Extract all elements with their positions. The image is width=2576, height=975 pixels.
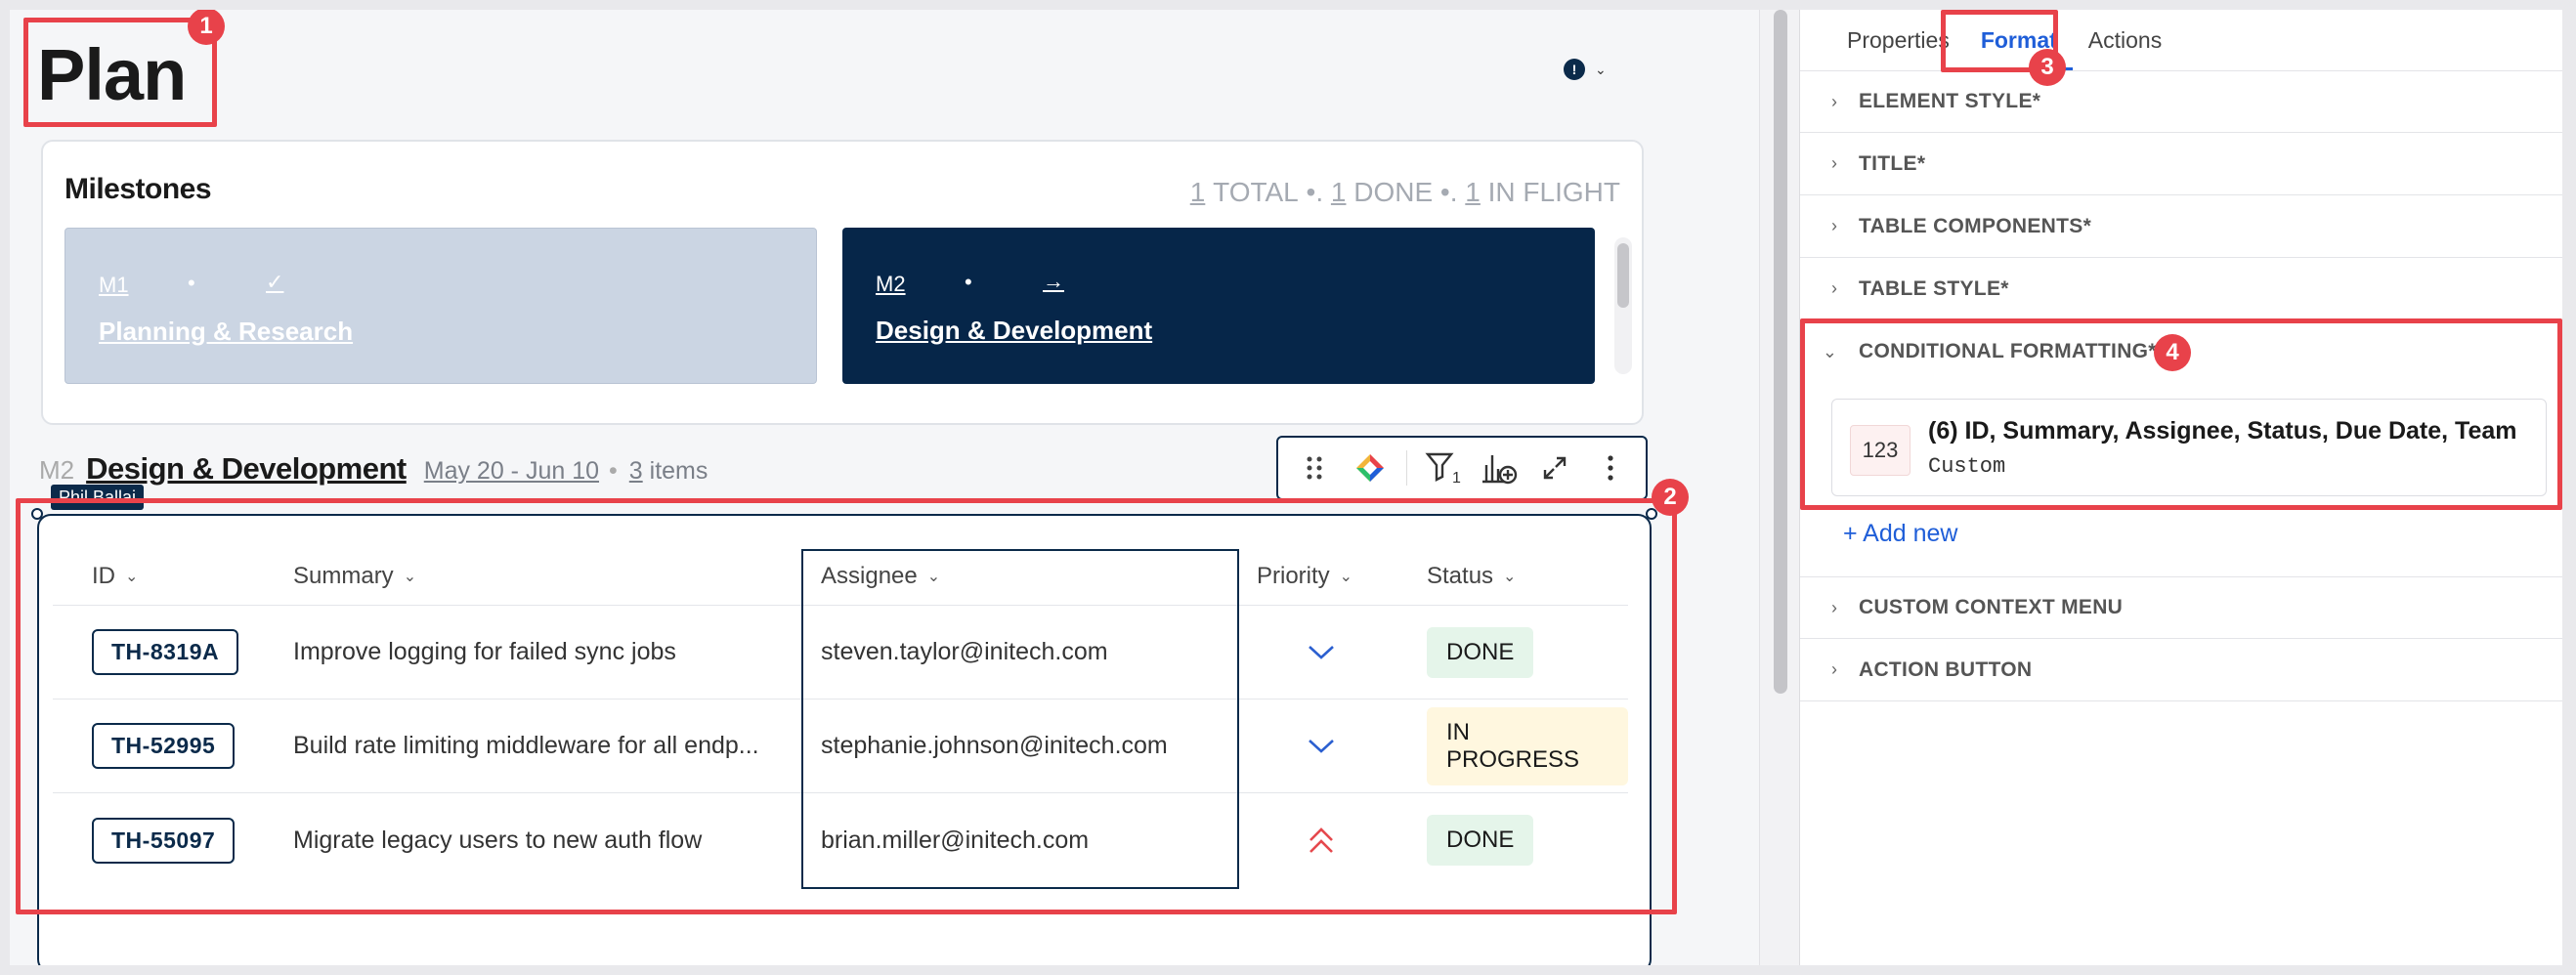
element-toolbar: 1 [1276, 436, 1648, 500]
milestones-title: Milestones [64, 173, 212, 205]
milestones-scrollbar[interactable] [1614, 237, 1632, 374]
section-table-components[interactable]: › TABLE COMPONENTS* [1800, 195, 2562, 258]
info-icon: ! [1564, 59, 1585, 80]
section-action-button[interactable]: › ACTION BUTTON [1800, 639, 2562, 701]
expand-icon[interactable] [1535, 448, 1574, 488]
section-title[interactable]: Design & Development [86, 451, 407, 487]
tab-actions[interactable]: Actions [2073, 10, 2177, 70]
section-element-style[interactable]: › ELEMENT STYLE* [1800, 70, 2562, 133]
milestone-code[interactable]: M2 [876, 272, 906, 297]
bullet: • [965, 270, 972, 294]
section-title[interactable]: › TITLE* [1800, 133, 2562, 195]
add-new-button[interactable]: + Add new [1843, 520, 1957, 548]
done-count: 1 [1330, 177, 1347, 207]
drag-icon[interactable] [1295, 448, 1334, 488]
app-frame: Plan ! ⌄ Milestones 1 TOTAL •. 1 DONE •.… [10, 10, 2562, 965]
section-separator: • [609, 457, 618, 485]
chevron-right-icon: › [1831, 278, 1837, 298]
arrow-right-icon: → [1043, 269, 1064, 293]
done-label: DONE [1353, 177, 1434, 207]
section-table-style[interactable]: › TABLE STYLE* [1800, 258, 2562, 320]
chart-add-icon[interactable] [1480, 448, 1519, 488]
annotation-badge-4: 4 [2154, 334, 2191, 371]
milestone-code[interactable]: M1 [99, 273, 129, 298]
chevron-right-icon: › [1831, 216, 1837, 235]
stats-separator: •. [1433, 177, 1466, 207]
section-dates[interactable]: May 20 - Jun 10 [424, 457, 599, 486]
more-icon[interactable] [1591, 448, 1630, 488]
highlight-2 [16, 498, 1677, 914]
smart-icon[interactable] [1351, 448, 1390, 488]
items-label: items [649, 457, 708, 485]
milestones-panel: Milestones 1 TOTAL •. 1 DONE •. 1 IN FLI… [41, 140, 1644, 425]
milestone-name[interactable]: Planning & Research [99, 317, 353, 347]
stats-separator: •. [1298, 177, 1331, 207]
chevron-right-icon: › [1831, 91, 1837, 111]
item-count: 3 [628, 457, 643, 485]
milestone-card-m2[interactable]: M2 • → Design & Development [842, 228, 1595, 384]
user-menu[interactable]: ! ⌄ [1564, 59, 1607, 80]
highlight-1 [23, 18, 217, 127]
section-custom-context-menu[interactable]: › CUSTOM CONTEXT MENU [1800, 576, 2562, 639]
total-count: 1 [1189, 177, 1206, 207]
milestone-name[interactable]: Design & Development [876, 316, 1152, 346]
chevron-down-icon: ⌄ [1595, 61, 1607, 77]
annotation-badge-3: 3 [2029, 49, 2066, 86]
filter-count: 1 [1452, 470, 1461, 487]
inflight-count: 1 [1465, 177, 1481, 207]
canvas-scrollbar[interactable] [1759, 10, 1800, 965]
total-label: TOTAL [1213, 177, 1299, 207]
chevron-right-icon: › [1831, 597, 1837, 617]
chevron-right-icon: › [1831, 659, 1837, 679]
annotation-badge-2: 2 [1652, 479, 1689, 516]
section-code: M2 [39, 455, 75, 485]
milestones-stats: 1 TOTAL •. 1 DONE •. 1 IN FLIGHT [1190, 177, 1620, 208]
bullet: • [188, 271, 195, 295]
check-icon: ✓ [266, 270, 284, 294]
filter-icon[interactable]: 1 [1424, 448, 1463, 488]
section-item-count: 3 items [629, 457, 708, 486]
chevron-right-icon: › [1831, 153, 1837, 173]
milestone-card-m1[interactable]: M1 • ✓ Planning & Research [64, 228, 817, 384]
inflight-label: IN FLIGHT [1487, 177, 1620, 207]
toolbar-divider [1405, 450, 1407, 486]
